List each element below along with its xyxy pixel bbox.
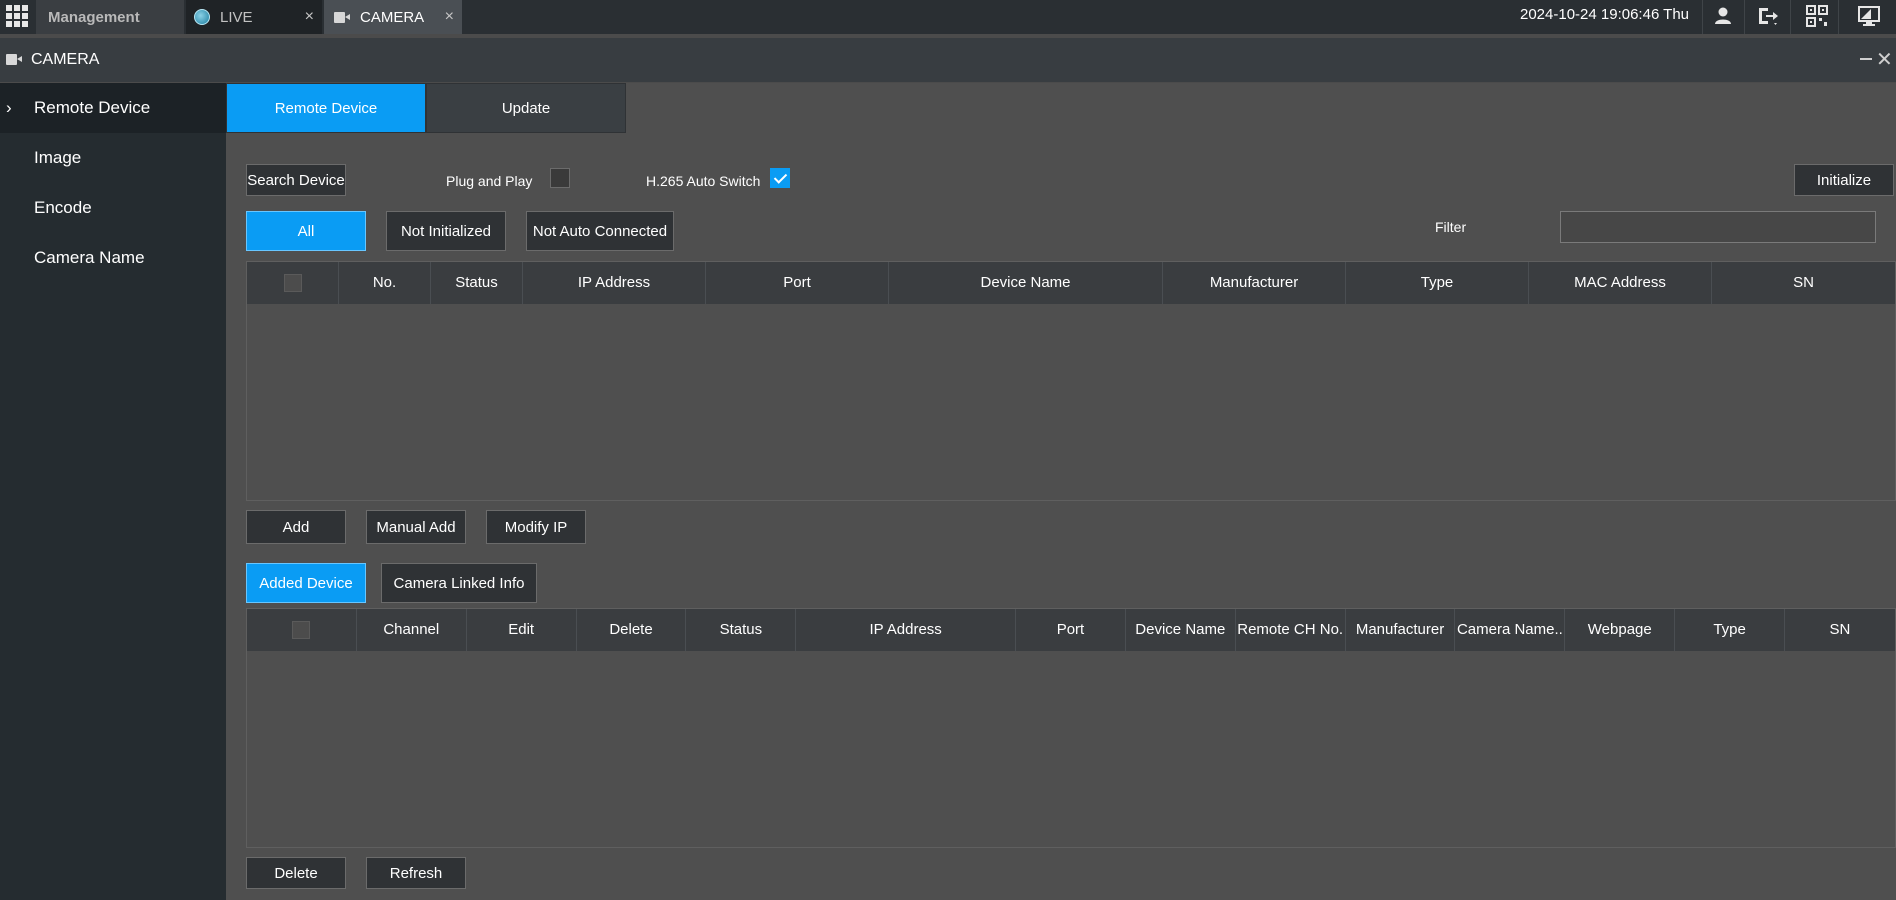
- system-datetime: 2024-10-24 19:06:46 Thu: [1520, 6, 1690, 23]
- initialize-button[interactable]: Initialize: [1794, 164, 1894, 196]
- column-header[interactable]: Camera Name..: [1455, 609, 1566, 651]
- sidebar: › Remote Device Image Encode Camera Name: [0, 83, 226, 900]
- delete-button[interactable]: Delete: [246, 857, 346, 889]
- select-all-header: [247, 609, 357, 651]
- column-header[interactable]: IP Address: [796, 609, 1017, 651]
- column-header[interactable]: Manufacturer: [1163, 262, 1346, 304]
- h265-auto-switch-label: H.265 Auto Switch: [646, 173, 761, 189]
- toolbar-divider: [1838, 0, 1839, 34]
- live-globe-icon: [194, 9, 210, 25]
- app-menu-grid-icon[interactable]: [6, 5, 28, 27]
- top-bar: Management LIVE × CAMERA × 2024-10-24 19…: [0, 0, 1896, 34]
- filter-not-auto-connected-button[interactable]: Not Auto Connected: [526, 211, 674, 251]
- select-all-checkbox[interactable]: [283, 274, 302, 292]
- column-header[interactable]: Device Name: [889, 262, 1163, 304]
- tab-management[interactable]: Management: [36, 0, 184, 34]
- main-panel: Remote Device Update Search Device Plug …: [226, 83, 1896, 900]
- search-results-header: No. Status IP Address Port Device Name M…: [247, 262, 1895, 304]
- tab-remote-device[interactable]: Remote Device: [226, 83, 426, 133]
- select-all-checkbox[interactable]: [292, 621, 311, 639]
- user-icon[interactable]: [1711, 5, 1735, 27]
- plug-and-play-checkbox[interactable]: [550, 168, 570, 188]
- filter-input[interactable]: [1560, 211, 1876, 243]
- toolbar-divider: [1744, 0, 1745, 34]
- tab-added-device[interactable]: Added Device: [246, 563, 366, 603]
- window-header: CAMERA ✕: [0, 38, 1896, 82]
- column-header[interactable]: SN: [1785, 609, 1895, 651]
- column-header[interactable]: Remote CH No.: [1236, 609, 1346, 651]
- sidebar-item-image[interactable]: Image: [0, 133, 226, 183]
- column-header[interactable]: Type: [1346, 262, 1529, 304]
- column-header[interactable]: SN: [1712, 262, 1895, 304]
- close-icon[interactable]: ✕: [1876, 47, 1893, 72]
- added-devices-table: Channel Edit Delete Status IP Address Po…: [246, 608, 1896, 848]
- column-header[interactable]: Port: [706, 262, 889, 304]
- added-devices-header: Channel Edit Delete Status IP Address Po…: [247, 609, 1895, 651]
- tab-camera-label: CAMERA: [360, 8, 425, 26]
- toolbar-divider: [1790, 0, 1791, 34]
- display-monitor-icon[interactable]: [1857, 5, 1881, 27]
- filter-all-button[interactable]: All: [246, 211, 366, 251]
- column-header[interactable]: Device Name: [1126, 609, 1236, 651]
- search-results-table: No. Status IP Address Port Device Name M…: [246, 261, 1896, 501]
- search-device-button[interactable]: Search Device: [246, 164, 346, 196]
- column-header[interactable]: Port: [1016, 609, 1126, 651]
- tab-live-close-icon[interactable]: ×: [305, 8, 314, 26]
- modify-ip-button[interactable]: Modify IP: [486, 510, 586, 544]
- column-header[interactable]: Edit: [467, 609, 577, 651]
- column-header[interactable]: Status: [686, 609, 797, 651]
- column-header[interactable]: Channel: [357, 609, 467, 651]
- window-title: CAMERA: [31, 51, 100, 68]
- filter-not-initialized-button[interactable]: Not Initialized: [386, 211, 506, 251]
- camera-icon: [334, 11, 350, 23]
- manual-add-button[interactable]: Manual Add: [366, 510, 466, 544]
- column-header[interactable]: MAC Address: [1529, 262, 1712, 304]
- tab-live-label: LIVE: [220, 8, 253, 26]
- qr-code-icon[interactable]: [1805, 5, 1829, 27]
- tab-camera[interactable]: CAMERA ×: [324, 0, 462, 34]
- sidebar-item-label: Camera Name: [34, 248, 145, 267]
- column-header[interactable]: Manufacturer: [1346, 609, 1456, 651]
- tab-management-label: Management: [48, 8, 140, 26]
- h265-auto-switch-checkbox[interactable]: [770, 168, 790, 188]
- logout-icon[interactable]: [1756, 5, 1780, 27]
- sidebar-item-label: Remote Device: [34, 98, 151, 117]
- filter-label: Filter: [1435, 219, 1467, 235]
- sidebar-item-encode[interactable]: Encode: [0, 183, 226, 233]
- minimize-icon[interactable]: [1860, 58, 1872, 60]
- chevron-right-icon: ›: [6, 98, 12, 117]
- column-header[interactable]: Webpage: [1565, 609, 1676, 651]
- tab-camera-linked-info[interactable]: Camera Linked Info: [381, 563, 537, 603]
- select-all-header: [247, 262, 339, 304]
- refresh-button[interactable]: Refresh: [366, 857, 466, 889]
- add-button[interactable]: Add: [246, 510, 346, 544]
- plug-and-play-label: Plug and Play: [446, 173, 533, 189]
- sidebar-item-remote-device[interactable]: › Remote Device: [0, 83, 226, 133]
- column-header[interactable]: Type: [1675, 609, 1786, 651]
- tab-camera-close-icon[interactable]: ×: [445, 8, 454, 26]
- sidebar-item-label: Encode: [34, 198, 92, 217]
- tab-live[interactable]: LIVE ×: [186, 0, 322, 34]
- tab-update[interactable]: Update: [426, 83, 626, 133]
- column-header[interactable]: No.: [339, 262, 431, 304]
- column-header[interactable]: Delete: [577, 609, 687, 651]
- toolbar-divider: [1702, 0, 1703, 34]
- sidebar-item-label: Image: [34, 148, 82, 167]
- sidebar-item-camera-name[interactable]: Camera Name: [0, 233, 226, 283]
- column-header[interactable]: IP Address: [523, 262, 706, 304]
- column-header[interactable]: Status: [431, 262, 523, 304]
- camera-icon: [6, 54, 22, 65]
